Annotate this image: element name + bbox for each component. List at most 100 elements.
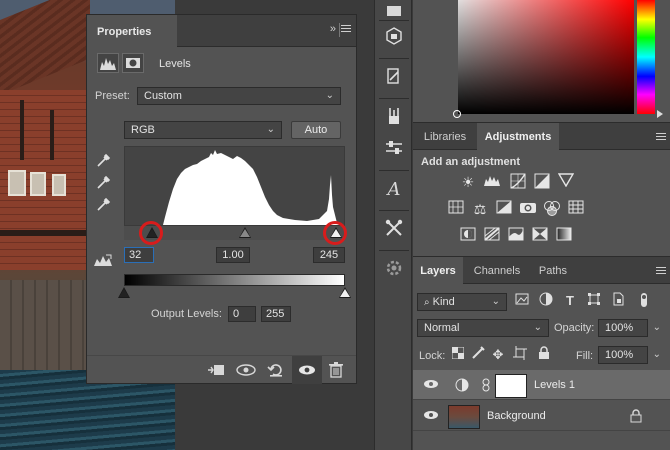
selective-color-icon[interactable]	[531, 227, 549, 245]
filter-adjustment-layers-icon[interactable]	[537, 292, 555, 310]
photo-roof	[0, 0, 90, 95]
channel-mixer-icon[interactable]	[543, 200, 561, 218]
lock-all-icon[interactable]	[535, 346, 553, 364]
vibrance-icon[interactable]	[557, 173, 575, 191]
reset-icon[interactable]	[265, 362, 287, 378]
color-balance-icon[interactable]: ⚖	[471, 200, 489, 218]
hue-marker[interactable]	[657, 110, 663, 118]
posterize-icon[interactable]	[483, 227, 501, 245]
tab-libraries[interactable]: Libraries	[413, 123, 477, 150]
lock-image-pixels-icon[interactable]	[469, 346, 487, 364]
tab-paths[interactable]: Paths	[531, 257, 575, 284]
tab-channels[interactable]: Channels	[465, 257, 529, 284]
auto-button[interactable]: Auto	[291, 121, 341, 139]
photo-filter-icon[interactable]	[519, 200, 537, 218]
visibility-eye-icon[interactable]	[296, 362, 318, 378]
chevron-down-icon: ⌄	[491, 296, 500, 307]
output-black-handle[interactable]	[118, 287, 130, 298]
filter-toggle-icon[interactable]	[635, 292, 653, 310]
tab-adjustments[interactable]: Adjustments	[477, 123, 559, 150]
output-white-handle[interactable]	[339, 287, 351, 298]
chevron-down-icon: ⌄	[533, 322, 542, 333]
threshold-icon[interactable]	[507, 227, 525, 245]
brightness-contrast-icon[interactable]: ☀	[459, 173, 477, 191]
input-black-field[interactable]: 32	[124, 247, 154, 263]
white-point-eyedropper-icon[interactable]	[95, 195, 113, 213]
filter-type-layers-icon[interactable]: T	[561, 292, 579, 310]
layer-visibility-eye-icon[interactable]	[423, 409, 439, 421]
hue-slider[interactable]	[637, 0, 655, 114]
levels-adjustment-icon[interactable]	[97, 53, 119, 73]
layer-lock-icon	[630, 409, 642, 423]
settings-gear-icon[interactable]	[382, 258, 406, 282]
layer-row-background[interactable]: Background	[413, 401, 670, 431]
output-white-field[interactable]: 255	[261, 306, 291, 322]
output-black-field[interactable]: 0	[228, 306, 256, 322]
brush-settings-icon[interactable]	[382, 66, 406, 90]
tools-icon[interactable]	[382, 218, 406, 242]
view-previous-icon[interactable]	[235, 362, 257, 378]
panel-menu-icon[interactable]	[656, 266, 666, 276]
color-field-marker[interactable]	[453, 110, 461, 118]
input-gamma-handle[interactable]	[239, 227, 251, 238]
fill-value: 100%	[605, 349, 634, 361]
panel-dock: A	[374, 0, 412, 450]
output-levels-slider[interactable]	[118, 286, 351, 300]
highlight-ring	[139, 221, 163, 245]
layer-name[interactable]: Levels 1	[534, 379, 575, 391]
channel-select[interactable]: RGB ⌄	[124, 121, 282, 139]
filter-smart-objects-icon[interactable]	[609, 292, 627, 310]
input-gamma-field[interactable]: 1.00	[216, 247, 250, 263]
glyph-a-icon[interactable]: A	[382, 178, 406, 202]
dock-item-top-icon[interactable]	[382, 2, 406, 26]
cube-3d-icon[interactable]	[382, 26, 406, 50]
mask-link-icon[interactable]	[481, 378, 491, 392]
levels-icon[interactable]	[483, 173, 501, 191]
search-icon: ⌕	[424, 297, 430, 308]
tab-properties[interactable]: Properties	[87, 15, 177, 47]
gradient-map-icon[interactable]	[555, 227, 573, 245]
opacity-field[interactable]: 100% ⌄	[598, 319, 661, 337]
filter-shape-layers-icon[interactable]	[585, 292, 603, 310]
layer-visibility-eye-icon[interactable]	[423, 378, 439, 390]
color-lookup-icon[interactable]	[567, 200, 585, 218]
filter-pixel-layers-icon[interactable]	[513, 292, 531, 310]
input-white-field[interactable]: 245	[313, 247, 345, 263]
tab-layers[interactable]: Layers	[413, 257, 463, 284]
histogram-graph	[163, 150, 339, 225]
paint-brushes-icon[interactable]	[382, 106, 406, 130]
blend-mode-select[interactable]: Normal ⌄	[417, 319, 549, 337]
color-picker-area	[413, 0, 670, 120]
highlight-ring	[323, 221, 347, 245]
panel-menu-icon[interactable]	[341, 24, 351, 34]
exposure-icon[interactable]	[533, 173, 551, 191]
calculate-accurate-histogram-icon[interactable]	[93, 253, 113, 267]
photo-window	[52, 174, 66, 196]
lock-transparent-pixels-icon[interactable]	[449, 346, 467, 364]
lock-artboard-icon[interactable]	[511, 346, 529, 364]
layer-filter-select[interactable]: ⌕ Kind ⌄	[417, 293, 507, 311]
curves-icon[interactable]	[509, 173, 527, 191]
collapse-panel-icon[interactable]: »	[330, 23, 336, 35]
hue-saturation-icon[interactable]	[447, 200, 465, 218]
lock-position-icon[interactable]: ✥	[489, 346, 507, 364]
dock-divider	[379, 250, 409, 251]
layer-row-levels[interactable]: Levels 1	[413, 370, 670, 400]
clip-to-layer-icon[interactable]	[205, 362, 227, 378]
color-field[interactable]	[458, 0, 634, 114]
black-white-icon[interactable]	[495, 200, 513, 218]
invert-icon[interactable]	[459, 227, 477, 245]
layer-thumbnail[interactable]	[448, 405, 480, 429]
preset-select[interactable]: Custom ⌄	[137, 87, 341, 105]
layer-mask-icon[interactable]	[122, 53, 144, 73]
trash-icon[interactable]	[327, 362, 345, 378]
levels-histogram	[124, 146, 345, 226]
layer-mask-thumbnail[interactable]	[495, 374, 527, 398]
panel-menu-icon[interactable]	[656, 132, 666, 142]
black-point-eyedropper-icon[interactable]	[95, 151, 113, 169]
layer-name[interactable]: Background	[487, 410, 546, 422]
sliders-icon[interactable]	[382, 138, 406, 162]
gray-point-eyedropper-icon[interactable]	[95, 173, 113, 191]
photo-window	[30, 172, 46, 196]
fill-field[interactable]: 100% ⌄	[598, 346, 661, 364]
